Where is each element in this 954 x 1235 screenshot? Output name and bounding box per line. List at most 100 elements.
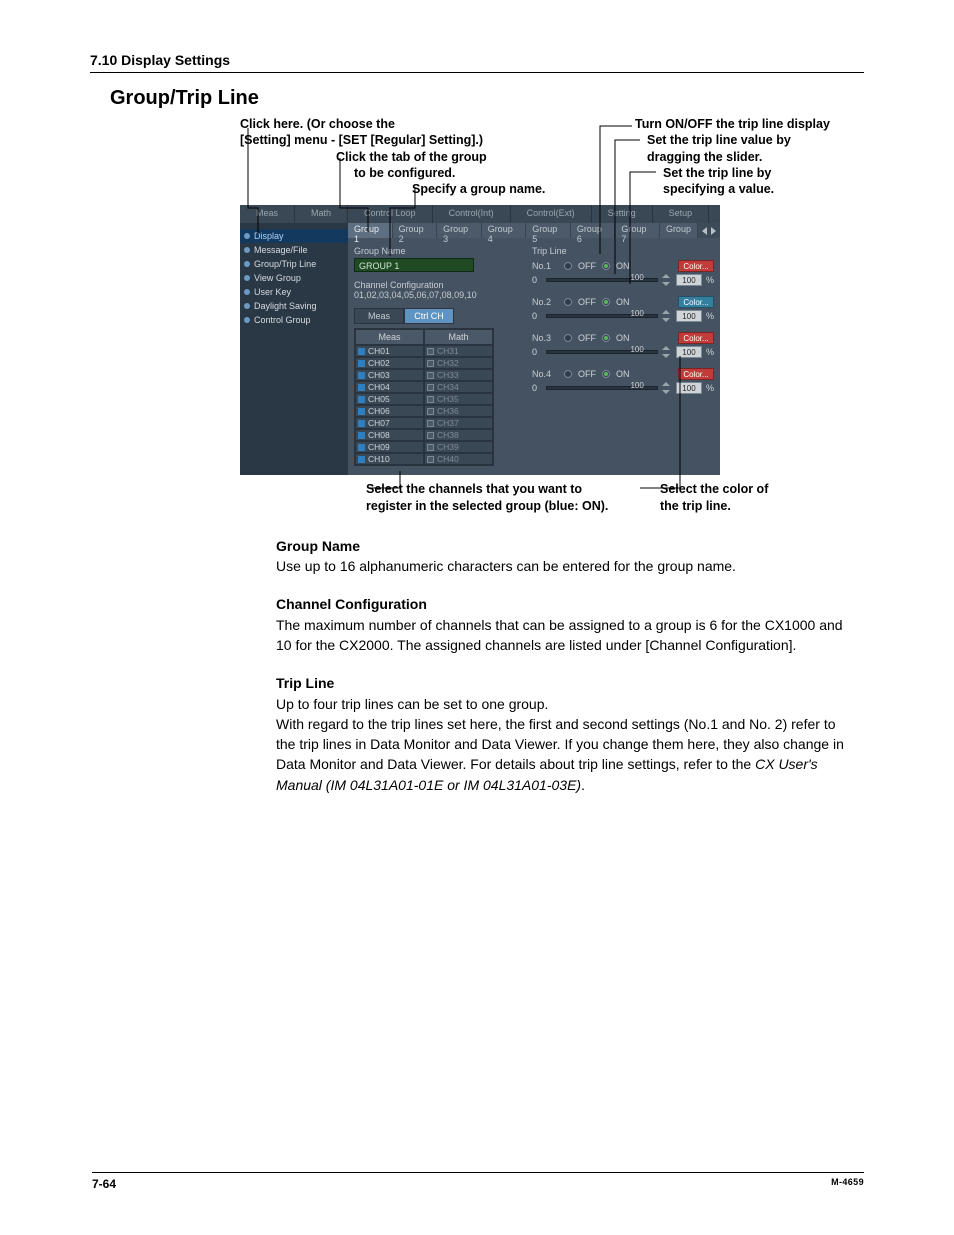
ch-math-35[interactable]: CH35 <box>424 393 493 405</box>
subtab-meas[interactable]: Meas <box>354 308 404 324</box>
checkbox-icon <box>358 444 365 451</box>
channel-table: Meas Math CH01CH31 CH02CH32 CH03CH33 CH0… <box>354 328 494 466</box>
ch-math-39[interactable]: CH39 <box>424 441 493 453</box>
color-button[interactable]: Color... <box>678 260 714 272</box>
off-label: OFF <box>578 261 596 271</box>
chevron-down-icon <box>662 282 670 286</box>
ch-math-36[interactable]: CH36 <box>424 405 493 417</box>
sidebar-item-group-trip[interactable]: Group/Trip Line <box>240 257 348 271</box>
ch-math-40[interactable]: CH40 <box>424 453 493 465</box>
ch-meas-04[interactable]: CH04 <box>355 381 424 393</box>
radio-off[interactable] <box>564 370 572 378</box>
trip-value-input[interactable]: 100 <box>676 346 702 358</box>
radio-on[interactable] <box>602 262 610 270</box>
ch-meas-03[interactable]: CH03 <box>355 369 424 381</box>
checkbox-icon <box>427 396 434 403</box>
ch-meas-09[interactable]: CH09 <box>355 441 424 453</box>
ch-label: CH36 <box>437 406 459 416</box>
trip-slider[interactable]: 100 <box>546 386 658 390</box>
on-label: ON <box>616 297 630 307</box>
trip-value-input[interactable]: 100 <box>676 274 702 286</box>
ch-meas-05[interactable]: CH05 <box>355 393 424 405</box>
chevron-down-icon <box>662 318 670 322</box>
subtab-ctrl-ch[interactable]: Ctrl CH <box>404 308 454 324</box>
radio-off[interactable] <box>564 334 572 342</box>
group-tab-3[interactable]: Group 3 <box>437 223 482 238</box>
group-name-input[interactable]: GROUP 1 <box>354 258 474 272</box>
chevron-up-icon <box>662 346 670 350</box>
bullet-icon <box>244 261 250 267</box>
tab-setting[interactable]: Setting <box>592 205 653 223</box>
ch-meas-02[interactable]: CH02 <box>355 357 424 369</box>
value-stepper[interactable] <box>662 274 672 286</box>
checkbox-icon <box>427 372 434 379</box>
radio-on[interactable] <box>602 370 610 378</box>
ch-math-37[interactable]: CH37 <box>424 417 493 429</box>
tab-control-int[interactable]: Control(Int) <box>433 205 511 223</box>
radio-on[interactable] <box>602 298 610 306</box>
tab-setup[interactable]: Setup <box>653 205 710 223</box>
ch-math-34[interactable]: CH34 <box>424 381 493 393</box>
trip-slider[interactable]: 100 <box>546 314 658 318</box>
ch-math-33[interactable]: CH33 <box>424 369 493 381</box>
ch-meas-06[interactable]: CH06 <box>355 405 424 417</box>
ch-math-38[interactable]: CH38 <box>424 429 493 441</box>
checkbox-icon <box>358 456 365 463</box>
group-tab-7[interactable]: Group 7 <box>615 223 660 238</box>
percent-label: % <box>706 347 714 357</box>
trip-slider[interactable]: 100 <box>546 350 658 354</box>
ch-label: CH33 <box>437 370 459 380</box>
group-tab-nav <box>698 223 720 238</box>
tab-math[interactable]: Math <box>295 205 348 223</box>
value-stepper[interactable] <box>662 346 672 358</box>
color-button[interactable]: Color... <box>678 296 714 308</box>
chevron-left-icon[interactable] <box>702 227 707 235</box>
color-button[interactable]: Color... <box>678 368 714 380</box>
group-tab-6[interactable]: Group 6 <box>571 223 616 238</box>
sidebar-item-control-group[interactable]: Control Group <box>240 313 348 327</box>
tab-control-loop[interactable]: Control Loop <box>348 205 433 223</box>
group-tab-5[interactable]: Group 5 <box>526 223 571 238</box>
slider-min: 0 <box>532 347 542 357</box>
checkbox-icon <box>427 384 434 391</box>
channel-config-label: Channel Configuration <box>354 280 522 290</box>
value-stepper[interactable] <box>662 382 672 394</box>
tab-meas[interactable]: Meas <box>240 205 295 223</box>
sidebar-item-daylight[interactable]: Daylight Saving <box>240 299 348 313</box>
callout-drag-2: dragging the slider. <box>635 149 840 165</box>
ch-label: CH02 <box>368 358 390 368</box>
radio-off[interactable] <box>564 262 572 270</box>
ch-meas-07[interactable]: CH07 <box>355 417 424 429</box>
group-tab-more[interactable]: Group <box>660 223 698 238</box>
tab-control-ext[interactable]: Control(Ext) <box>511 205 592 223</box>
trip-value-input[interactable]: 100 <box>676 382 702 394</box>
value-stepper[interactable] <box>662 310 672 322</box>
ch-meas-01[interactable]: CH01 <box>355 345 424 357</box>
ch-label: CH08 <box>368 430 390 440</box>
trip-value-input[interactable]: 100 <box>676 310 702 322</box>
callout-value-2: specifying a value. <box>635 181 840 197</box>
color-button[interactable]: Color... <box>678 332 714 344</box>
trip-slider[interactable]: 100 <box>546 278 658 282</box>
group-tab-4[interactable]: Group 4 <box>482 223 527 238</box>
radio-on[interactable] <box>602 334 610 342</box>
callout-click-here-1: Click here. (Or choose the <box>240 116 631 132</box>
sidebar-item-view-group[interactable]: View Group <box>240 271 348 285</box>
group-tab-2[interactable]: Group 2 <box>393 223 438 238</box>
sidebar-label: Message/File <box>254 245 308 255</box>
sidebar-item-message-file[interactable]: Message/File <box>240 243 348 257</box>
callout-click-here-2: [Setting] menu - [SET [Regular] Setting]… <box>240 132 631 148</box>
sidebar-label: Daylight Saving <box>254 301 317 311</box>
sidebar-label: Control Group <box>254 315 311 325</box>
ch-meas-08[interactable]: CH08 <box>355 429 424 441</box>
ch-math-31[interactable]: CH31 <box>424 345 493 357</box>
bullet-icon <box>244 303 250 309</box>
ch-math-32[interactable]: CH32 <box>424 357 493 369</box>
sidebar-item-user-key[interactable]: User Key <box>240 285 348 299</box>
sidebar-item-display[interactable]: Display <box>240 229 348 243</box>
chevron-right-icon[interactable] <box>711 227 716 235</box>
group-tab-1[interactable]: Group 1 <box>348 223 393 238</box>
radio-off[interactable] <box>564 298 572 306</box>
ch-meas-10[interactable]: CH10 <box>355 453 424 465</box>
heading-channel-config: Channel Configuration <box>276 594 856 614</box>
